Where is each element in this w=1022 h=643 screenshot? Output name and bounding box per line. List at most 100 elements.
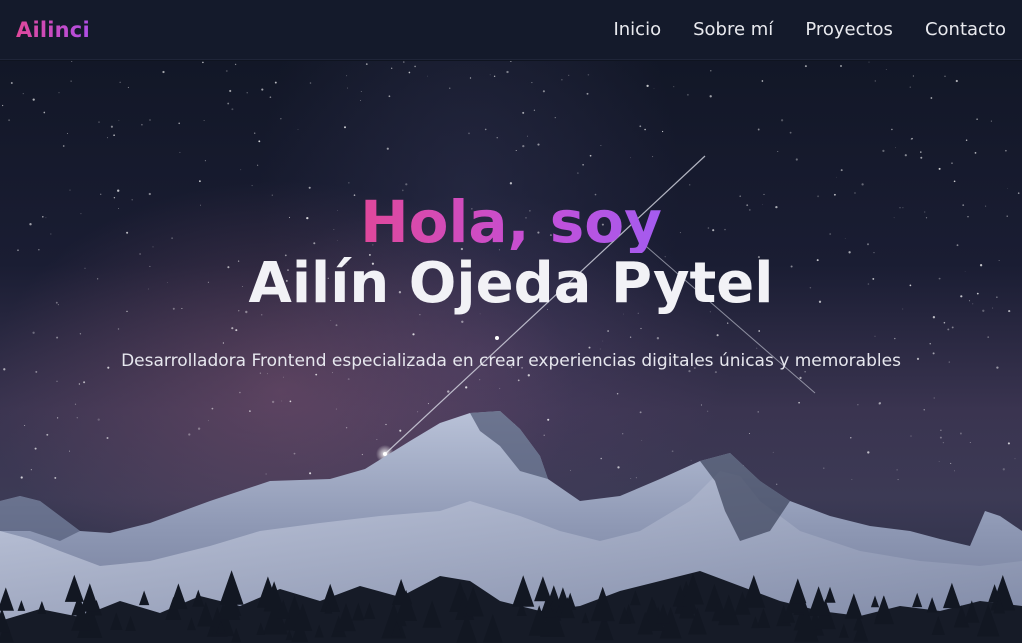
- star: [332, 372, 333, 374]
- star: [282, 376, 284, 378]
- star: [646, 84, 649, 88]
- star: [56, 380, 58, 382]
- star: [920, 156, 923, 159]
- star: [542, 90, 545, 93]
- star: [630, 157, 631, 159]
- star: [66, 133, 68, 134]
- star: [479, 379, 481, 381]
- star: [269, 96, 272, 98]
- star: [600, 457, 602, 460]
- star: [271, 400, 275, 404]
- star: [399, 429, 402, 432]
- star: [904, 154, 907, 157]
- star: [644, 128, 646, 131]
- star: [673, 86, 675, 88]
- star: [950, 462, 952, 464]
- star: [879, 402, 881, 404]
- star: [938, 461, 940, 462]
- star: [969, 441, 971, 444]
- star: [690, 459, 692, 461]
- star: [119, 81, 121, 83]
- star: [954, 470, 955, 472]
- star: [468, 132, 470, 135]
- star: [97, 418, 100, 421]
- star: [757, 411, 759, 413]
- star: [955, 79, 958, 83]
- star: [225, 70, 228, 72]
- star: [897, 479, 899, 481]
- star: [1014, 458, 1016, 460]
- star: [959, 432, 962, 435]
- star: [376, 439, 378, 440]
- star: [635, 477, 637, 479]
- star: [239, 391, 241, 394]
- star: [1, 104, 4, 107]
- star: [361, 453, 364, 456]
- nav-link-inicio[interactable]: Inicio: [613, 19, 661, 40]
- star: [622, 433, 624, 435]
- star: [799, 376, 802, 380]
- star: [34, 447, 37, 450]
- star: [942, 441, 945, 444]
- star: [867, 451, 870, 454]
- star: [141, 123, 143, 126]
- star: [179, 151, 181, 153]
- star: [149, 119, 151, 121]
- star: [772, 451, 774, 453]
- star: [253, 132, 256, 134]
- star: [345, 427, 348, 429]
- star: [568, 74, 570, 76]
- star: [912, 75, 915, 77]
- star: [391, 67, 393, 69]
- star: [537, 143, 540, 146]
- star: [127, 86, 129, 89]
- nav-link-contacto[interactable]: Contacto: [925, 19, 1006, 40]
- star: [98, 121, 100, 123]
- star: [202, 61, 204, 64]
- star: [885, 69, 887, 70]
- star: [761, 80, 764, 82]
- star: [365, 63, 368, 65]
- star: [24, 424, 26, 427]
- star: [346, 87, 349, 89]
- star: [653, 88, 655, 89]
- nav-link-proyectos[interactable]: Proyectos: [805, 19, 893, 40]
- star: [600, 144, 602, 147]
- star: [447, 390, 450, 393]
- star: [74, 403, 77, 405]
- star: [496, 137, 498, 139]
- star: [489, 74, 491, 76]
- star: [251, 185, 253, 187]
- star: [309, 472, 312, 475]
- star: [203, 120, 205, 121]
- star: [70, 80, 72, 82]
- brand-logo[interactable]: Ailinci: [16, 18, 90, 42]
- hero-greeting: Hola, soy: [360, 188, 662, 256]
- star: [586, 92, 589, 95]
- star: [204, 160, 206, 162]
- star: [417, 411, 419, 413]
- star: [234, 63, 237, 66]
- star: [414, 65, 416, 68]
- star: [360, 91, 362, 92]
- star: [706, 410, 709, 412]
- star: [804, 371, 806, 373]
- star: [517, 379, 520, 382]
- star: [965, 139, 968, 141]
- star: [188, 433, 191, 436]
- star: [933, 397, 935, 399]
- star: [197, 427, 201, 430]
- star: [911, 137, 913, 140]
- star: [509, 182, 513, 185]
- star: [639, 125, 642, 128]
- star: [281, 400, 283, 402]
- star: [909, 86, 911, 88]
- nav-link-sobre-mi[interactable]: Sobre mí: [693, 19, 773, 40]
- star: [857, 404, 859, 406]
- star: [895, 147, 896, 149]
- star: [8, 119, 11, 122]
- star: [789, 131, 792, 134]
- star: [526, 135, 528, 137]
- star: [527, 374, 530, 377]
- star: [543, 434, 545, 436]
